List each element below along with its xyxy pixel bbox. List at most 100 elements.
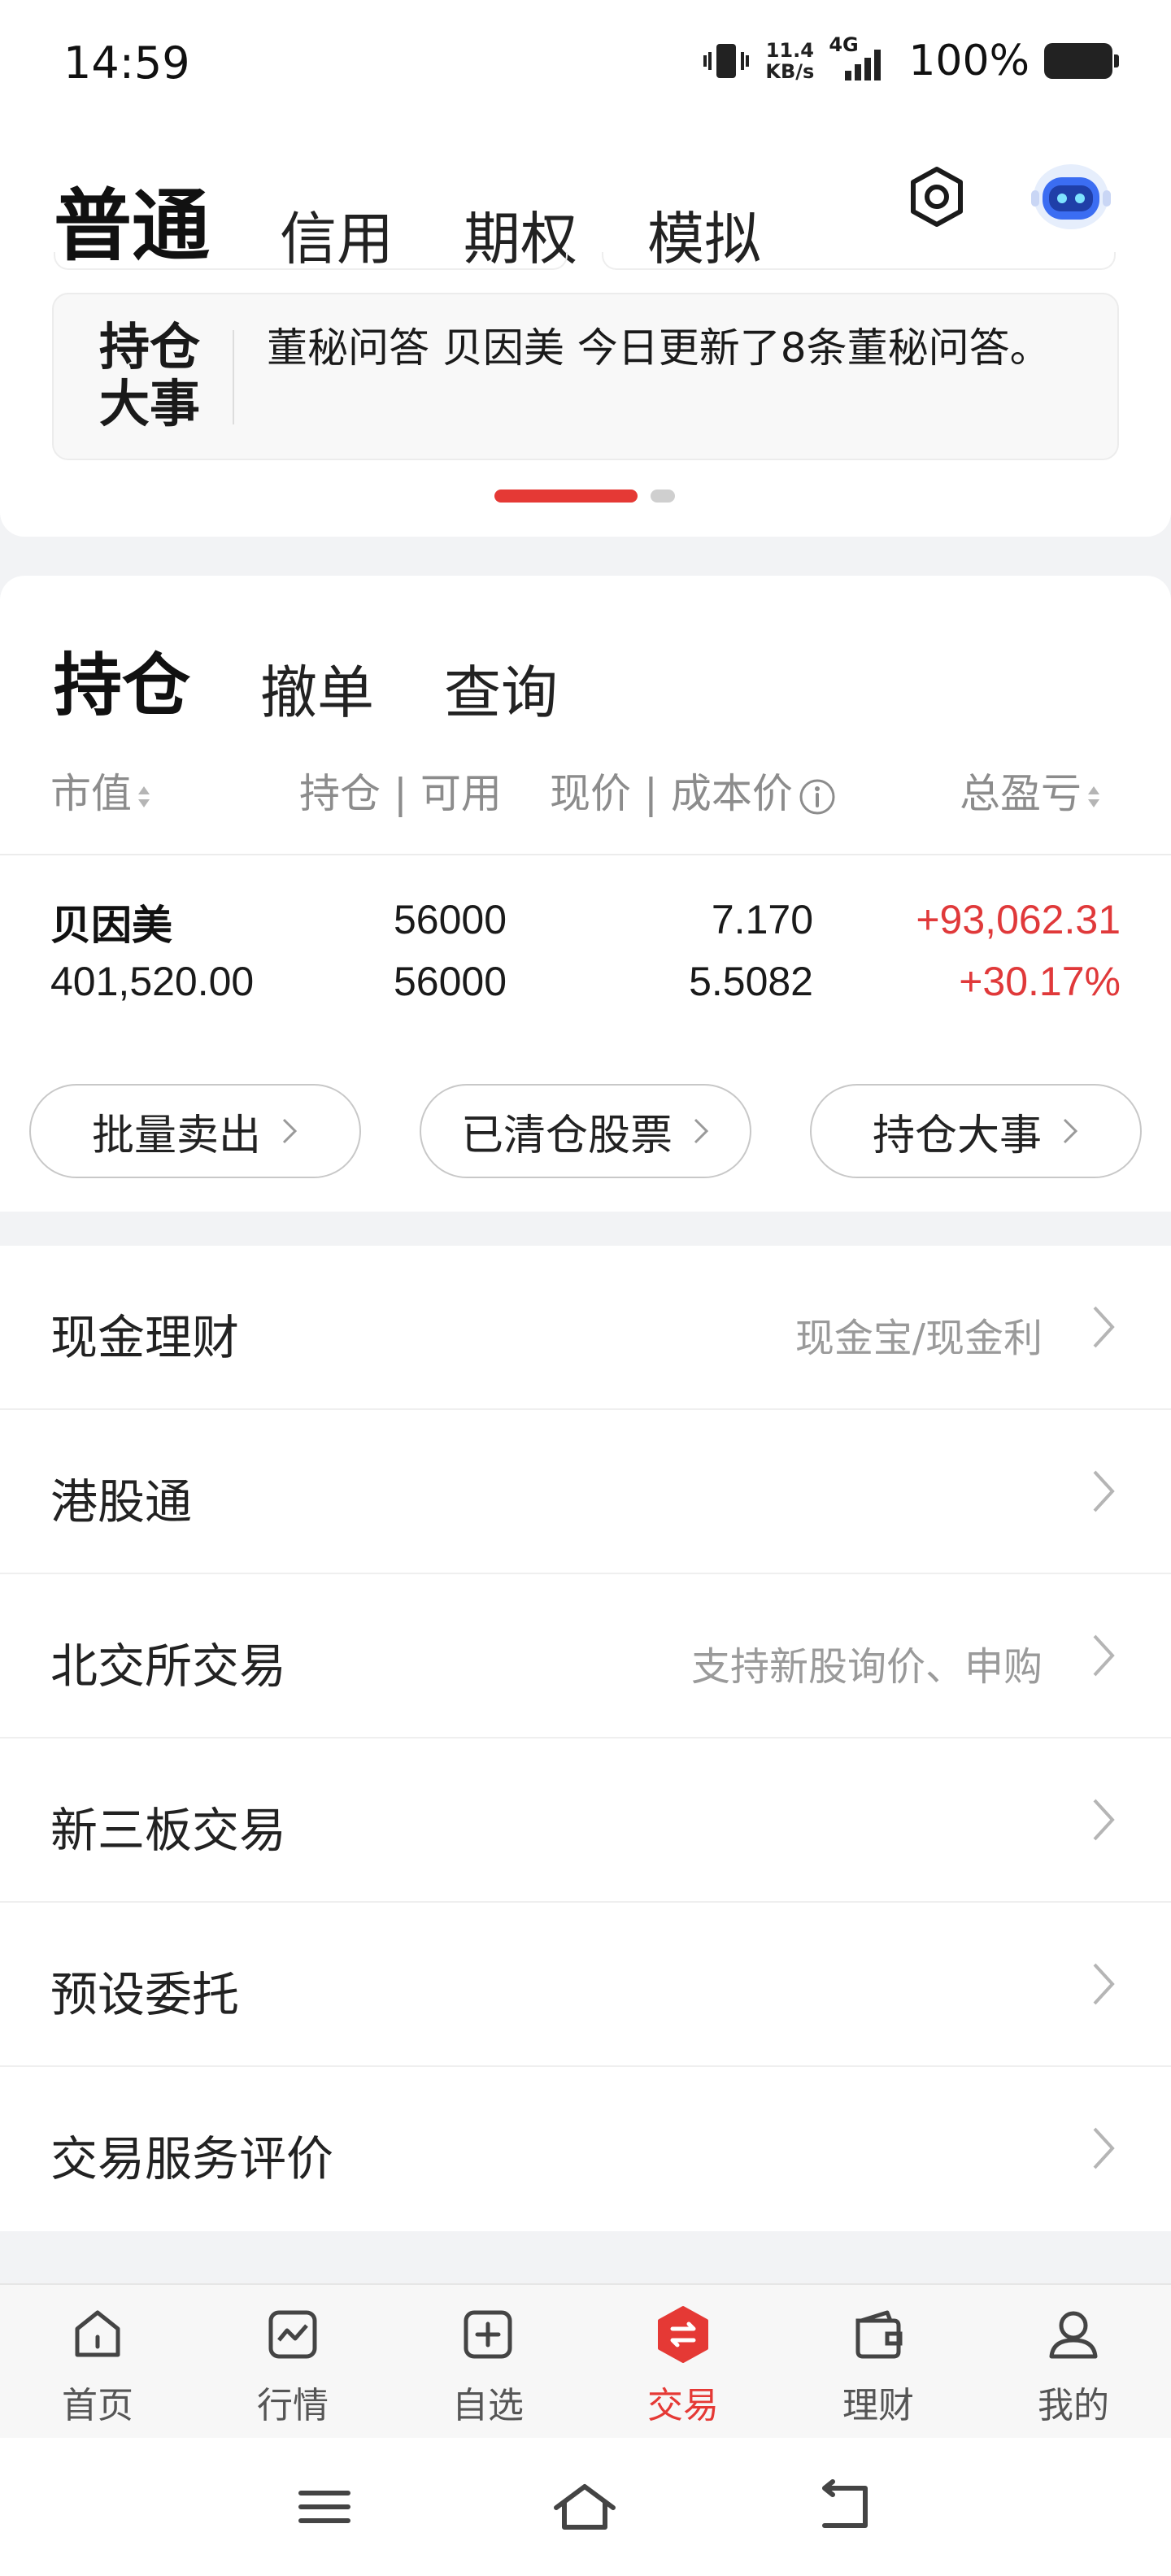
col-position-available: 持仓 | 可用 — [299, 770, 502, 817]
col-market-value[interactable]: 市值 — [50, 761, 151, 820]
carousel-peek-right — [602, 252, 1116, 270]
net-speed-unit: KB/s — [765, 60, 815, 83]
col-cost-label: 成本价 — [670, 770, 793, 817]
holding-tabs: 持仓 撤单 查询 — [54, 631, 558, 729]
menu-item-hint: 支持新股询价、申购 — [690, 1644, 1043, 1690]
stock-name: 贝因美 — [50, 902, 172, 949]
nav-watchlist[interactable]: 自选 — [390, 2285, 586, 2438]
menu-item-label: 现金理财 — [50, 1310, 240, 1365]
chevron-right-icon — [1093, 1470, 1115, 1512]
nav-trade[interactable]: 交易 — [586, 2285, 781, 2438]
cost-price: 5.5082 — [689, 959, 813, 1004]
tab-holdings[interactable]: 持仓 — [54, 631, 190, 729]
menu-item-label: 预设委托 — [50, 1967, 240, 2022]
chevron-right-icon — [1063, 1118, 1078, 1144]
battery-icon — [1044, 43, 1119, 79]
carousel-indicator — [494, 490, 675, 503]
trade-menu-list: 现金理财 现金宝/现金利 港股通 北交所交易 支持新股询价、申购 新三板交易 预… — [0, 1246, 1171, 2231]
net-speed: 11.4 KB/s — [765, 40, 814, 82]
holdings-divider — [0, 854, 1171, 855]
signal-icon: 4G — [829, 33, 890, 84]
wallet-icon — [855, 2310, 903, 2359]
news-tag-line1: 持仓 — [98, 317, 200, 376]
menu-item-label: 港股通 — [50, 1474, 193, 1530]
system-nav-bar — [0, 2438, 1171, 2576]
news-tag-line2: 大事 — [98, 374, 200, 433]
chevron-right-icon — [1093, 1634, 1115, 1677]
carousel-dot-active — [494, 490, 638, 503]
chevron-right-icon — [1093, 2127, 1115, 2169]
nav-mine[interactable]: 我的 — [976, 2285, 1171, 2438]
position-qty: 56000 — [394, 897, 507, 942]
chevron-right-icon — [282, 1118, 298, 1144]
col-price-label: 现价 — [550, 770, 631, 817]
carousel-dot — [651, 490, 675, 503]
plus-square-icon — [464, 2310, 512, 2359]
current-price: 7.170 — [711, 897, 813, 942]
sort-icon — [1088, 785, 1099, 807]
menu-item-bse-trading[interactable]: 北交所交易 支持新股询价、申购 — [0, 1574, 1171, 1738]
holdings-card: 持仓 撤单 查询 市值 持仓 | 可用 现价 | 成本价 总盈亏 贝因美 401,520… — [0, 576, 1171, 1212]
nav-label: 行情 — [257, 2385, 329, 2426]
nav-label: 首页 — [62, 2385, 133, 2426]
net-speed-value: 11.4 — [765, 39, 814, 62]
chevron-right-icon — [694, 1118, 709, 1144]
chevron-right-icon — [1093, 1963, 1115, 2005]
nav-home[interactable]: 首页 — [0, 2285, 195, 2438]
holding-events-label: 持仓大事 — [872, 1111, 1042, 1160]
holding-events-button[interactable]: 持仓大事 — [810, 1084, 1142, 1178]
total-pnl-percent: +30.17% — [959, 959, 1121, 1004]
carousel-peek-left — [54, 252, 568, 270]
sort-icon — [138, 785, 150, 807]
info-icon[interactable] — [798, 777, 837, 816]
nav-wealth[interactable]: 理财 — [781, 2285, 976, 2438]
chevron-right-icon — [1093, 1306, 1115, 1348]
back-icon[interactable] — [808, 2478, 882, 2535]
menu-item-hk-connect[interactable]: 港股通 — [0, 1410, 1171, 1574]
nav-label: 理财 — [842, 2385, 914, 2426]
trade-icon — [658, 2306, 708, 2363]
menu-item-label: 交易服务评价 — [50, 2131, 334, 2187]
tab-cancel-order[interactable]: 撤单 — [260, 647, 374, 729]
tab-query[interactable]: 查询 — [444, 647, 558, 729]
nav-market[interactable]: 行情 — [195, 2285, 390, 2438]
cleared-stocks-button[interactable]: 已清仓股票 — [420, 1084, 751, 1178]
nav-label: 交易 — [647, 2385, 719, 2426]
menu-item-neeq-trading[interactable]: 新三板交易 — [0, 1738, 1171, 1903]
menu-item-preset-order[interactable]: 预设委托 — [0, 1903, 1171, 2067]
menu-item-hint: 现金宝/现金利 — [794, 1316, 1043, 1361]
col-total-pnl[interactable]: 总盈亏 — [960, 761, 1101, 820]
bottom-nav: 首页 行情 自选 交易 理财 我的 — [0, 2283, 1171, 2438]
chevron-right-icon — [1093, 1799, 1115, 1841]
nav-label: 我的 — [1038, 2385, 1109, 2426]
total-pnl-value: +93,062.31 — [916, 897, 1121, 942]
col-market-value-label: 市值 — [50, 770, 132, 817]
holding-news-banner[interactable]: 持仓 大事 董秘问答 贝因美 今日更新了8条董秘问答。 — [52, 293, 1119, 460]
available-qty: 56000 — [394, 959, 507, 1004]
vibrate-icon — [703, 44, 750, 78]
col-available-label: 可用 — [420, 770, 502, 817]
cleared-stocks-label: 已清仓股票 — [460, 1111, 673, 1160]
menu-item-service-rating[interactable]: 交易服务评价 — [0, 2067, 1171, 2231]
robot-assistant-icon[interactable] — [1026, 154, 1116, 236]
menu-item-label: 新三板交易 — [50, 1803, 287, 1858]
col-position-label: 持仓 — [299, 770, 381, 817]
menu-icon[interactable] — [288, 2478, 361, 2535]
user-icon — [1049, 2311, 1098, 2359]
settings-icon[interactable] — [903, 163, 971, 231]
status-time: 14:59 — [63, 37, 190, 89]
batch-sell-button[interactable]: 批量卖出 — [29, 1084, 361, 1178]
chart-icon — [268, 2310, 317, 2359]
news-text: 董秘问答 贝因美 今日更新了8条董秘问答。 — [267, 324, 1051, 372]
market-value: 401,520.00 — [50, 959, 255, 1004]
col-total-pnl-label: 总盈亏 — [960, 770, 1082, 817]
news-tag: 持仓 大事 — [93, 319, 207, 433]
home-button-icon[interactable] — [548, 2478, 621, 2535]
status-icons: 11.4 KB/s 4G 100% — [702, 33, 1119, 89]
batch-sell-label: 批量卖出 — [91, 1111, 261, 1160]
menu-item-label: 北交所交易 — [50, 1638, 287, 1694]
home-icon — [75, 2310, 120, 2357]
col-price-cost: 现价 | 成本价 — [550, 761, 837, 820]
news-divider — [233, 330, 234, 424]
menu-item-cash-management[interactable]: 现金理财 现金宝/现金利 — [0, 1246, 1171, 1410]
